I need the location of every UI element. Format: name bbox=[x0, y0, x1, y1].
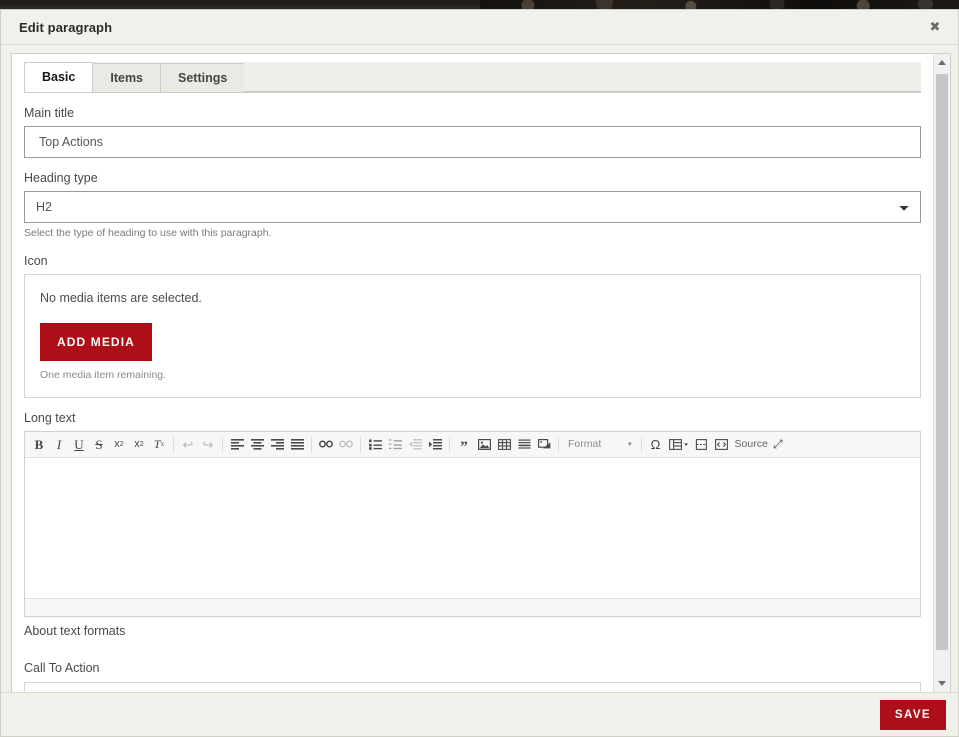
long-text-label: Long text bbox=[24, 410, 76, 425]
editor-resize-bar[interactable] bbox=[25, 597, 920, 616]
toolbar-separator bbox=[640, 436, 642, 452]
backdrop-left-strip bbox=[0, 0, 480, 5]
field-main-title: Main title bbox=[24, 93, 921, 158]
scroll-up-arrow-icon[interactable] bbox=[934, 54, 950, 71]
templates-icon[interactable] bbox=[667, 435, 691, 453]
call-to-action-group: URL bbox=[24, 681, 921, 692]
horizontal-rule-icon[interactable] bbox=[515, 435, 533, 453]
field-heading-type: Heading type H2 Select the type of headi… bbox=[24, 158, 921, 241]
field-long-text: Long text B I U S x2 x2 Tx ↩ ↪ ” Format … bbox=[24, 398, 921, 639]
format-dropdown[interactable]: Format ▾ bbox=[565, 435, 635, 453]
editor-toolbar: B I U S x2 x2 Tx ↩ ↪ ” Format ▾ Ω Source… bbox=[25, 431, 920, 458]
edit-paragraph-dialog: Edit paragraph ✖ Basic Items Settings Ma… bbox=[0, 9, 959, 737]
about-text-formats-link[interactable]: About text formats bbox=[24, 623, 921, 639]
chevron-down-icon: ▾ bbox=[628, 441, 632, 449]
tab-items[interactable]: Items bbox=[92, 63, 162, 92]
backdrop-photo-strip bbox=[480, 0, 959, 9]
justify-icon[interactable] bbox=[288, 435, 306, 453]
close-icon[interactable]: ✖ bbox=[926, 18, 944, 36]
media-remaining-text: One media item remaining. bbox=[40, 368, 167, 381]
toolbar-separator bbox=[360, 436, 361, 452]
link-icon[interactable] bbox=[317, 435, 335, 453]
bold-icon[interactable]: B bbox=[30, 435, 48, 453]
vertical-scrollbar[interactable] bbox=[933, 54, 950, 692]
image-icon[interactable] bbox=[475, 435, 493, 453]
align-center-icon[interactable] bbox=[248, 435, 266, 453]
field-icon: Icon No media items are selected. ADD ME… bbox=[24, 241, 921, 398]
heading-type-label: Heading type bbox=[24, 171, 98, 185]
save-button[interactable]: SAVE bbox=[879, 699, 946, 730]
bulleted-list-icon[interactable] bbox=[366, 435, 384, 453]
blockquote-icon[interactable]: ” bbox=[455, 432, 473, 456]
special-character-icon[interactable]: Ω bbox=[647, 435, 665, 453]
field-call-to-action: Call To Action URL bbox=[24, 639, 921, 692]
toolbar-separator bbox=[558, 436, 559, 452]
page-break-icon[interactable] bbox=[693, 435, 711, 453]
dialog-header: Edit paragraph ✖ bbox=[1, 10, 958, 45]
format-dropdown-label: Format bbox=[568, 438, 602, 451]
numbered-list-icon[interactable] bbox=[386, 435, 404, 453]
dialog-scroll-region: Basic Items Settings Main title Heading … bbox=[12, 54, 933, 692]
media-library-widget: No media items are selected. ADD MEDIA O… bbox=[24, 273, 921, 398]
indent-icon[interactable] bbox=[426, 435, 444, 453]
tab-bar: Basic Items Settings bbox=[24, 62, 921, 93]
remove-format-icon[interactable]: Tx bbox=[150, 435, 168, 453]
source-button-label[interactable]: Source bbox=[735, 438, 768, 450]
underline-icon[interactable]: U bbox=[70, 435, 88, 453]
tab-bar-filler bbox=[244, 63, 921, 92]
outdent-icon[interactable] bbox=[406, 435, 424, 453]
dialog-body: Basic Items Settings Main title Heading … bbox=[11, 53, 951, 692]
main-title-label: Main title bbox=[24, 106, 75, 120]
editor-content-area[interactable] bbox=[25, 457, 920, 598]
align-right-icon[interactable] bbox=[268, 435, 286, 453]
toolbar-separator bbox=[311, 436, 312, 452]
add-media-button[interactable]: ADD MEDIA bbox=[40, 322, 152, 361]
source-icon[interactable] bbox=[713, 435, 731, 453]
media-empty-message: No media items are selected. bbox=[40, 290, 202, 305]
tab-basic[interactable]: Basic bbox=[24, 62, 94, 92]
italic-icon[interactable]: I bbox=[50, 435, 68, 453]
toolbar-separator bbox=[173, 436, 174, 452]
icon-label: Icon bbox=[24, 253, 48, 268]
toolbar-separator bbox=[222, 436, 223, 452]
strikethrough-icon[interactable]: S bbox=[90, 435, 108, 453]
media-embed-icon[interactable] bbox=[535, 435, 553, 453]
scrollbar-thumb[interactable] bbox=[936, 74, 948, 650]
scroll-down-arrow-icon[interactable] bbox=[934, 675, 950, 692]
table-icon[interactable] bbox=[495, 435, 513, 453]
heading-type-description: Select the type of heading to use with t… bbox=[24, 227, 272, 239]
align-left-icon[interactable] bbox=[228, 435, 246, 453]
dialog-footer: SAVE bbox=[1, 692, 958, 736]
redo-icon[interactable]: ↪ bbox=[199, 435, 217, 453]
undo-icon[interactable]: ↩ bbox=[179, 435, 197, 453]
main-title-input[interactable] bbox=[24, 126, 921, 158]
subscript-icon[interactable]: x2 bbox=[130, 435, 148, 453]
rich-text-editor: B I U S x2 x2 Tx ↩ ↪ ” Format ▾ Ω Source… bbox=[24, 430, 921, 617]
dialog-title: Edit paragraph bbox=[19, 19, 113, 35]
toolbar-separator bbox=[449, 436, 450, 452]
unlink-icon[interactable] bbox=[337, 435, 355, 453]
call-to-action-label: Call To Action bbox=[24, 660, 100, 675]
heading-type-select[interactable]: H2 bbox=[24, 191, 921, 223]
superscript-icon[interactable]: x2 bbox=[110, 435, 128, 453]
maximize-icon[interactable]: ⤢ bbox=[769, 435, 787, 453]
tab-settings[interactable]: Settings bbox=[160, 63, 246, 92]
